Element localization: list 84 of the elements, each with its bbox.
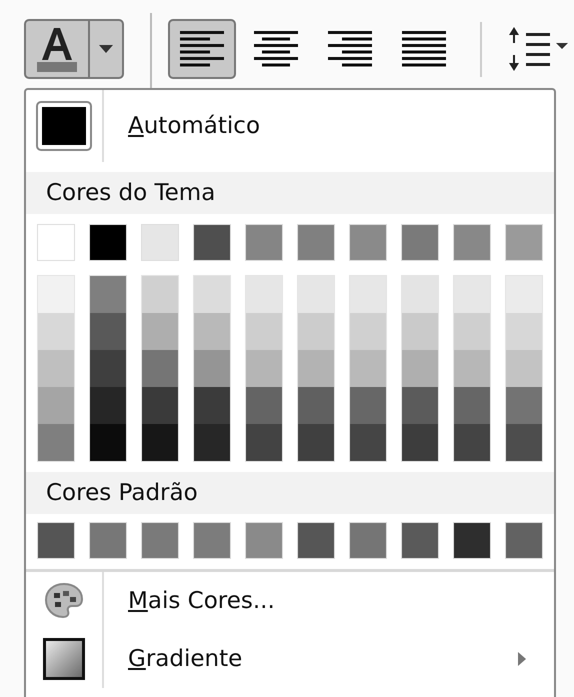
- shade-swatch[interactable]: [142, 424, 178, 461]
- shade-swatch[interactable]: [90, 387, 126, 424]
- color-swatch[interactable]: [37, 522, 75, 559]
- align-justify-icon: [401, 30, 447, 68]
- shade-swatch[interactable]: [142, 313, 178, 350]
- shade-swatch[interactable]: [246, 276, 282, 313]
- shade-swatch[interactable]: [142, 276, 178, 313]
- shade-swatch[interactable]: [402, 313, 438, 350]
- shade-swatch[interactable]: [454, 276, 490, 313]
- align-left-icon: [179, 30, 225, 68]
- color-swatch[interactable]: [141, 224, 179, 261]
- shade-swatch[interactable]: [246, 387, 282, 424]
- shade-swatch[interactable]: [350, 424, 386, 461]
- shade-swatch[interactable]: [38, 350, 74, 387]
- automatic-option[interactable]: Automático: [26, 90, 554, 162]
- shade-swatch[interactable]: [38, 276, 74, 313]
- section-heading: Cores Padrão: [26, 472, 554, 514]
- shade-swatch[interactable]: [246, 424, 282, 461]
- shade-swatch[interactable]: [298, 424, 334, 461]
- shade-swatch[interactable]: [402, 387, 438, 424]
- color-swatch[interactable]: [89, 522, 127, 559]
- color-swatch[interactable]: [141, 522, 179, 559]
- color-swatch[interactable]: [453, 522, 491, 559]
- color-swatch[interactable]: [349, 224, 387, 261]
- shade-swatch[interactable]: [298, 276, 334, 313]
- color-swatch[interactable]: [193, 522, 231, 559]
- gradient-icon: [43, 638, 85, 680]
- color-swatch[interactable]: [193, 224, 231, 261]
- color-swatch[interactable]: [37, 224, 75, 261]
- align-button[interactable]: [168, 19, 236, 79]
- shade-swatch[interactable]: [246, 313, 282, 350]
- shade-swatch[interactable]: [194, 350, 230, 387]
- shade-swatch[interactable]: [350, 387, 386, 424]
- shade-swatch[interactable]: [38, 387, 74, 424]
- color-swatch[interactable]: [245, 224, 283, 261]
- shade-swatch[interactable]: [350, 276, 386, 313]
- shade-swatch[interactable]: [142, 387, 178, 424]
- shade-swatch[interactable]: [350, 350, 386, 387]
- shade-swatch[interactable]: [38, 313, 74, 350]
- shade-swatch[interactable]: [298, 350, 334, 387]
- shade-swatch[interactable]: [506, 276, 542, 313]
- automatic-swatch: [36, 101, 92, 151]
- shade-swatch[interactable]: [402, 350, 438, 387]
- shade-swatch[interactable]: [402, 276, 438, 313]
- shade-swatch[interactable]: [454, 387, 490, 424]
- shade-swatch[interactable]: [506, 313, 542, 350]
- color-swatch[interactable]: [297, 522, 335, 559]
- shade-swatch[interactable]: [142, 350, 178, 387]
- color-swatch[interactable]: [401, 522, 439, 559]
- color-swatch[interactable]: [245, 522, 283, 559]
- shade-swatch[interactable]: [38, 424, 74, 461]
- shade-swatch[interactable]: [194, 387, 230, 424]
- shade-swatch[interactable]: [90, 276, 126, 313]
- palette-icon: [44, 581, 84, 621]
- shade-swatch[interactable]: [454, 313, 490, 350]
- menu-item[interactable]: Mais Cores...: [26, 572, 554, 630]
- shade-swatch[interactable]: [506, 350, 542, 387]
- color-swatch[interactable]: [349, 522, 387, 559]
- font-color-button[interactable]: [24, 19, 124, 79]
- color-swatch[interactable]: [89, 224, 127, 261]
- shade-swatch[interactable]: [194, 313, 230, 350]
- shade-swatch[interactable]: [194, 276, 230, 313]
- section-heading: Cores do Tema: [26, 172, 554, 214]
- shade-swatch[interactable]: [194, 424, 230, 461]
- shade-swatch[interactable]: [298, 387, 334, 424]
- shade-swatch[interactable]: [454, 424, 490, 461]
- color-swatch[interactable]: [401, 224, 439, 261]
- shade-swatch[interactable]: [506, 424, 542, 461]
- color-swatch[interactable]: [453, 224, 491, 261]
- color-swatch[interactable]: [297, 224, 335, 261]
- menu-item[interactable]: Gradiente: [26, 630, 554, 688]
- align-center-icon: [253, 30, 299, 68]
- shade-swatch[interactable]: [246, 350, 282, 387]
- color-swatch[interactable]: [505, 522, 543, 559]
- shade-swatch[interactable]: [402, 424, 438, 461]
- shade-swatch[interactable]: [90, 424, 126, 461]
- shade-swatch[interactable]: [506, 387, 542, 424]
- shade-swatch[interactable]: [90, 350, 126, 387]
- shade-swatch[interactable]: [350, 313, 386, 350]
- shade-swatch[interactable]: [454, 350, 490, 387]
- shade-swatch[interactable]: [90, 313, 126, 350]
- color-swatch[interactable]: [505, 224, 543, 261]
- align-right-icon: [327, 30, 373, 68]
- shade-swatch[interactable]: [298, 313, 334, 350]
